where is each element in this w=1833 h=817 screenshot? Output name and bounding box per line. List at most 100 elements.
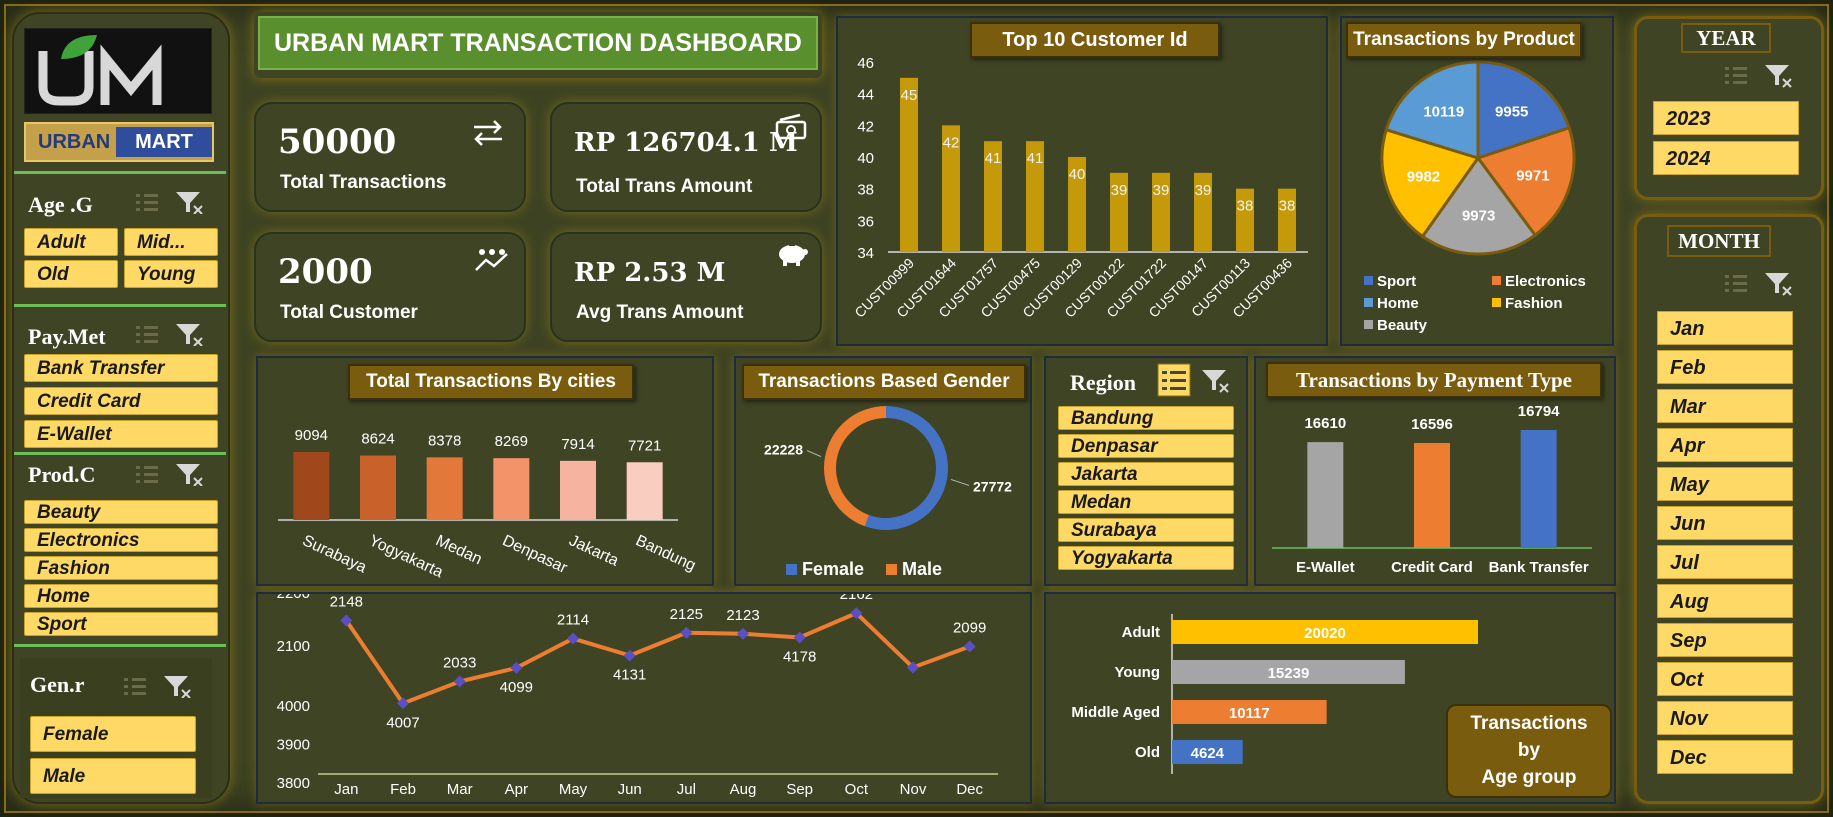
bar bbox=[626, 462, 663, 520]
logo-wordmark: URBAN MART bbox=[24, 122, 214, 162]
agegroup-panel: 20020 Adult 15239 Young 10117 Middle Aged 4624… bbox=[1044, 592, 1616, 804]
x-tick-label: Feb bbox=[390, 781, 416, 798]
payment-panel: Transactions by Payment Type 16610 E-Wall… bbox=[1254, 356, 1616, 586]
legend-label: Sport bbox=[1377, 273, 1416, 290]
bar bbox=[426, 457, 463, 520]
top10-customer-panel: Top 10 Customer Id 34 36 38 40 42 44 46 45 CUST0… bbox=[836, 16, 1328, 346]
slicer-region-denpasar[interactable]: Denpasar bbox=[1058, 434, 1234, 458]
kpi-avg-trans-amount: RP 2.53 M Avg Trans Amount bbox=[550, 232, 822, 342]
multiselect-icon bbox=[136, 194, 158, 211]
bar bbox=[900, 77, 918, 252]
y-tick-label: 42 bbox=[857, 118, 874, 135]
legend-label: Beauty bbox=[1377, 317, 1428, 334]
slicer-age-adult[interactable]: Adult bbox=[24, 228, 118, 256]
slicer-region-jakarta[interactable]: Jakarta bbox=[1058, 462, 1234, 486]
slicer-prod-sport[interactable]: Sport bbox=[24, 612, 218, 636]
slicer-month-feb[interactable]: Feb bbox=[1657, 350, 1793, 384]
data-label: 9982 bbox=[1407, 169, 1440, 186]
data-label: 2033 bbox=[443, 655, 476, 672]
data-label: 8624 bbox=[361, 431, 394, 448]
slicer-month-may[interactable]: May bbox=[1657, 467, 1793, 501]
legend-label: Electronics bbox=[1505, 273, 1586, 290]
x-tick-label: Sep bbox=[786, 781, 813, 798]
slicer-pay-ewallet[interactable]: E-Wallet bbox=[24, 420, 218, 448]
slicer-year-2023[interactable]: 2023 bbox=[1653, 101, 1799, 135]
x-tick-label: Jun bbox=[618, 781, 642, 798]
monthly-panel: 2100 2200 3800 3900 4000 2148 Jan 4007 Feb 2033 Ma… bbox=[256, 585, 1032, 804]
kpi-label: Total Transactions bbox=[280, 172, 447, 193]
slicer-month-sep[interactable]: Sep bbox=[1657, 623, 1793, 657]
y-tick-label: 36 bbox=[857, 213, 874, 230]
data-point bbox=[623, 649, 636, 662]
slicer-filter-icons bbox=[1157, 363, 1229, 397]
swap-arrows-icon bbox=[474, 120, 502, 146]
slicer-month-oct[interactable]: Oct bbox=[1657, 662, 1793, 696]
kpi-value: 50000 bbox=[278, 122, 397, 162]
data-label: 9973 bbox=[1462, 208, 1495, 225]
slicer-month-jul[interactable]: Jul bbox=[1657, 545, 1793, 579]
clear-filter-icon bbox=[176, 324, 203, 346]
y-tick-label: Old bbox=[1135, 744, 1160, 761]
slicer-age-young[interactable]: Young bbox=[124, 260, 218, 288]
legend-swatch bbox=[886, 564, 897, 575]
region-slicer: Region Bandung Denpasar Jakarta Medan Su… bbox=[1044, 356, 1248, 586]
y-tick-label: 46 bbox=[857, 55, 874, 72]
kpi-value: 2000 bbox=[278, 252, 373, 292]
donut-slice bbox=[824, 406, 886, 527]
slicer-region-bandung[interactable]: Bandung bbox=[1058, 406, 1234, 430]
logo-word-mart: MART bbox=[116, 127, 212, 157]
leader-line bbox=[950, 478, 970, 486]
y-tick-label: 44 bbox=[857, 87, 874, 104]
slicer-gender-female[interactable]: Female bbox=[30, 716, 196, 752]
gender-slicer-title: Gen.r bbox=[30, 672, 85, 697]
slicer-filter-icons bbox=[136, 192, 203, 214]
slicer-pay-bank-transfer[interactable]: Bank Transfer bbox=[24, 354, 218, 382]
age-slicer-title: Age .G bbox=[28, 192, 93, 217]
slicer-prod-fashion[interactable]: Fashion bbox=[24, 556, 218, 580]
slicer-gender-male[interactable]: Male bbox=[30, 758, 196, 794]
slicer-month-mar[interactable]: Mar bbox=[1657, 389, 1793, 423]
slicer-month-aug[interactable]: Aug bbox=[1657, 584, 1793, 618]
y-tick-label: 4000 bbox=[277, 698, 310, 715]
slicer-month-nov[interactable]: Nov bbox=[1657, 701, 1793, 735]
data-label: 15239 bbox=[1268, 665, 1310, 682]
x-tick-label: Jakarta bbox=[566, 532, 621, 570]
donut-slice bbox=[864, 406, 948, 530]
slicer-prod-beauty[interactable]: Beauty bbox=[24, 500, 218, 524]
data-point bbox=[680, 626, 693, 639]
slicer-age-old[interactable]: Old bbox=[24, 260, 118, 288]
y-tick-label: 3800 bbox=[277, 775, 310, 792]
slicer-month-jan[interactable]: Jan bbox=[1657, 311, 1793, 345]
slicer-prod-home[interactable]: Home bbox=[24, 584, 218, 608]
slicer-age-mid[interactable]: Mid... bbox=[124, 228, 218, 256]
slicer-region-medan[interactable]: Medan bbox=[1058, 490, 1234, 514]
agegroup-title: Transactions by Age group bbox=[1446, 704, 1612, 798]
slicer-region-surabaya[interactable]: Surabaya bbox=[1058, 518, 1234, 542]
clear-filter-icon bbox=[1202, 370, 1229, 393]
data-point bbox=[737, 627, 749, 640]
kpi-total-transactions: 50000 Total Transactions bbox=[254, 102, 526, 212]
slicer-region-yogyakarta[interactable]: Yogyakarta bbox=[1058, 546, 1234, 570]
data-label: 2114 bbox=[557, 612, 589, 629]
multiselect-icon bbox=[1157, 363, 1191, 397]
slicer-prod-electronics[interactable]: Electronics bbox=[24, 528, 218, 552]
month-slicer-title: MONTH bbox=[1667, 225, 1771, 257]
agegroup-title-line: Age group bbox=[1481, 767, 1577, 788]
data-label: 39 bbox=[1153, 182, 1170, 199]
data-label: 41 bbox=[985, 150, 1002, 167]
y-tick-label: 38 bbox=[857, 182, 874, 199]
slicer-pay-credit-card[interactable]: Credit Card bbox=[24, 387, 218, 415]
slicer-month-dec[interactable]: Dec bbox=[1657, 740, 1793, 774]
monthly-line-chart: 2100 2200 3800 3900 4000 2148 Jan 4007 Feb 2033 Ma… bbox=[277, 585, 998, 798]
y-tick-label: 34 bbox=[857, 245, 874, 262]
slicer-month-apr[interactable]: Apr bbox=[1657, 428, 1793, 462]
x-tick-label: Surabaya bbox=[300, 532, 369, 576]
legend-label: Female bbox=[802, 559, 864, 579]
page-title: URBAN MART TRANSACTION DASHBOARD bbox=[258, 16, 818, 70]
slicer-month-jun[interactable]: Jun bbox=[1657, 506, 1793, 540]
slicer-year-2024[interactable]: 2024 bbox=[1653, 141, 1799, 175]
bar bbox=[560, 460, 596, 520]
people-trend-icon bbox=[475, 249, 508, 271]
data-label: 9094 bbox=[295, 427, 328, 444]
x-tick-label: E-Wallet bbox=[1296, 559, 1355, 576]
